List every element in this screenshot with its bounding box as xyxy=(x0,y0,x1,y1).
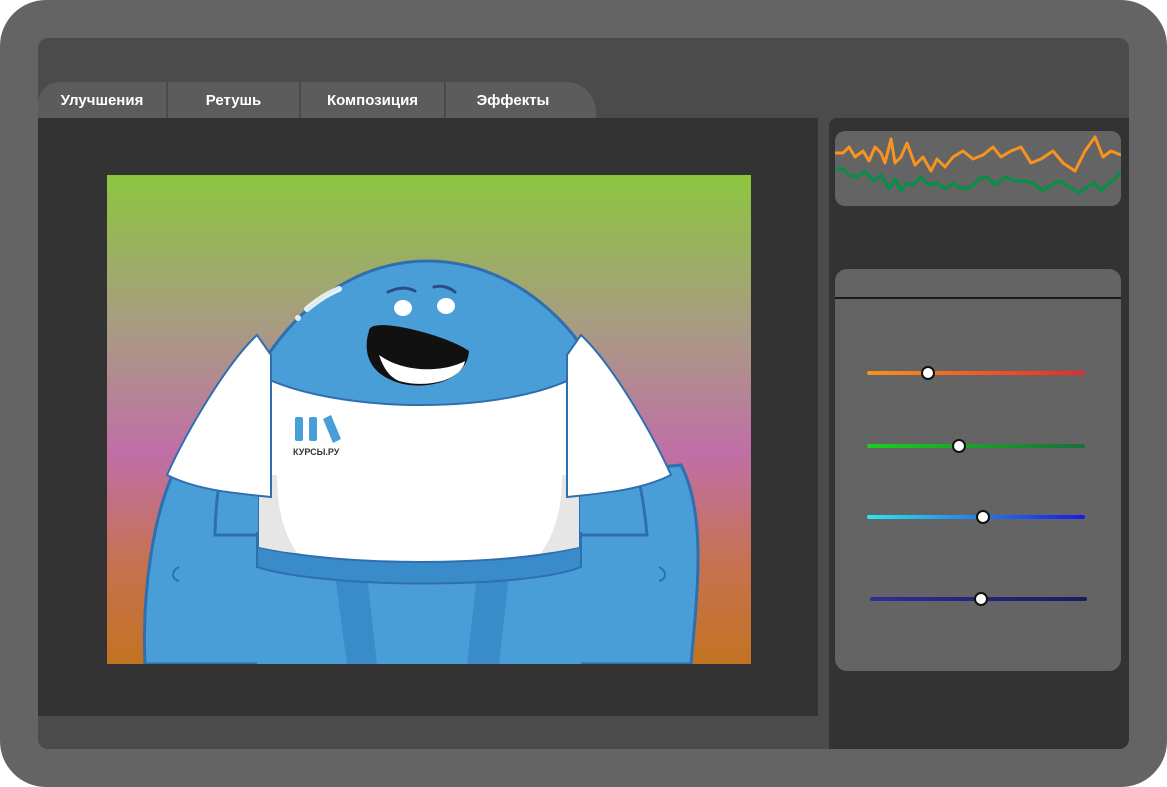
indigo-slider[interactable] xyxy=(835,589,1121,609)
orange-red-slider[interactable] xyxy=(835,363,1121,383)
shirt-logo-text: КУРСЫ.РУ xyxy=(293,447,340,457)
slider-knob[interactable] xyxy=(975,510,990,524)
photo-image[interactable]: КУРСЫ.РУ xyxy=(107,175,751,664)
tab-composition[interactable]: Композиция xyxy=(301,82,444,119)
tab-label: Ретушь xyxy=(205,92,262,109)
photo-editor-window: Улучшения Ретушь Композиция Эффекты КУРС… xyxy=(38,38,1129,749)
slider-knob[interactable] xyxy=(921,366,936,380)
tab-enhancements[interactable]: Улучшения xyxy=(38,82,166,119)
tab-effects[interactable]: Эффекты xyxy=(446,82,596,119)
tab-label: Композиция xyxy=(326,92,419,109)
adjustments-panel xyxy=(835,269,1121,671)
histogram-orange-line xyxy=(835,135,1121,173)
adjustments-header xyxy=(835,269,1121,299)
cyan-blue-slider[interactable] xyxy=(835,507,1121,527)
tab-label: Улучшения xyxy=(60,92,144,109)
tab-retouch[interactable]: Ретушь xyxy=(168,82,299,119)
histogram-green-line xyxy=(835,167,1121,195)
green-slider[interactable] xyxy=(835,436,1121,456)
canvas-area[interactable]: КУРСЫ.РУ xyxy=(38,118,818,716)
histogram-panel xyxy=(835,131,1121,206)
slider-knob[interactable] xyxy=(973,592,988,606)
slider-track[interactable] xyxy=(867,371,1085,375)
tab-label: Эффекты xyxy=(476,92,550,109)
slider-knob[interactable] xyxy=(951,439,966,453)
slider-track[interactable] xyxy=(867,444,1085,448)
status-bar xyxy=(38,716,818,749)
device-frame: Улучшения Ретушь Композиция Эффекты КУРС… xyxy=(0,0,1167,787)
mascot-illustration: КУРСЫ.РУ xyxy=(107,175,751,664)
side-panel xyxy=(829,118,1129,749)
